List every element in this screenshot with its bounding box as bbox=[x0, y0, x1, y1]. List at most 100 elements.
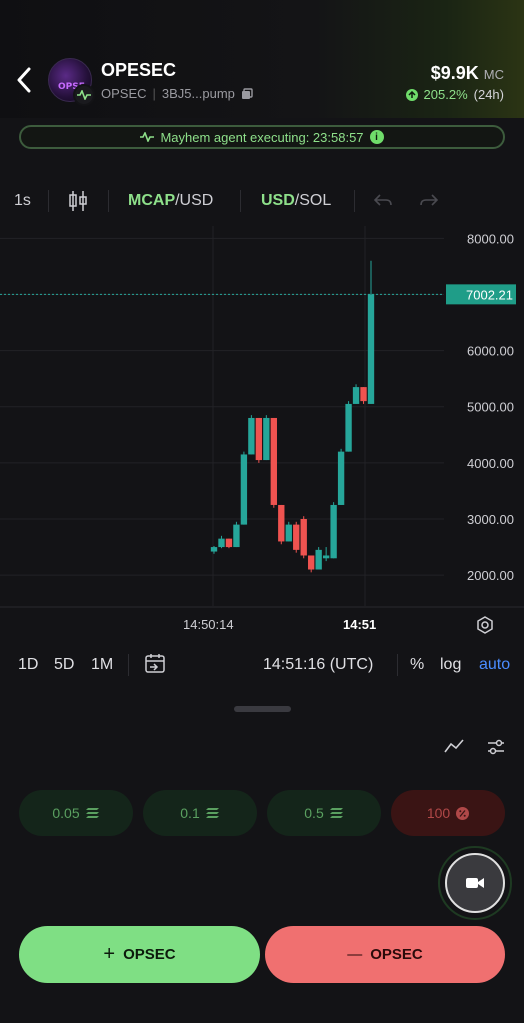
chevron-left-icon bbox=[17, 67, 31, 93]
percent-icon bbox=[456, 806, 470, 820]
undo-icon[interactable] bbox=[374, 194, 392, 208]
change-period: (24h) bbox=[473, 87, 504, 102]
solana-icon bbox=[85, 808, 99, 818]
quick-buy-0-05[interactable]: 0.05 bbox=[19, 790, 133, 836]
utc-time[interactable]: 14:51:16 (UTC) bbox=[263, 656, 373, 674]
quick-buy-label: 0.05 bbox=[52, 805, 80, 821]
pulse-icon bbox=[77, 90, 91, 100]
candlestick-icon[interactable] bbox=[68, 190, 88, 212]
copy-icon[interactable] bbox=[241, 87, 253, 100]
toolbar-divider bbox=[240, 190, 241, 212]
info-icon[interactable]: i bbox=[369, 130, 384, 144]
token-ticker: OPSEC bbox=[101, 86, 147, 101]
quick-buy-label: 0.1 bbox=[180, 805, 200, 821]
candle-body bbox=[225, 538, 233, 548]
log-toggle[interactable]: log bbox=[440, 656, 461, 674]
candle-body bbox=[360, 387, 367, 402]
quick-sell-100[interactable]: 100 bbox=[391, 790, 505, 836]
y-tick-label: 6000.00 bbox=[467, 344, 514, 359]
activity-badge bbox=[73, 84, 95, 106]
candle-body bbox=[278, 504, 285, 542]
video-camera-icon bbox=[466, 878, 484, 888]
solana-icon bbox=[205, 808, 219, 818]
pulse-icon bbox=[140, 132, 155, 142]
y-tick-label: 3000.00 bbox=[467, 512, 514, 527]
candle-body bbox=[308, 555, 315, 570]
y-tick-label: 5000.00 bbox=[467, 400, 514, 415]
drag-handle[interactable] bbox=[234, 706, 291, 712]
y-tick-label: 2000.00 bbox=[467, 568, 514, 583]
arrow-up-icon bbox=[405, 88, 418, 101]
video-button[interactable] bbox=[438, 846, 512, 920]
usd-suffix: /SOL bbox=[294, 192, 332, 209]
chart-range-bar: 1D 5D 1M 14:51:16 (UTC) % log auto bbox=[0, 648, 524, 682]
token-address[interactable]: 3BJ5...pump bbox=[162, 86, 235, 101]
quick-buy-label: 0.5 bbox=[304, 805, 324, 821]
sliders-icon[interactable] bbox=[487, 738, 505, 761]
x-tick-label: 14:50:14 bbox=[183, 617, 234, 632]
candle-body bbox=[337, 451, 345, 505]
current-price-label: 7002.21 bbox=[466, 287, 513, 302]
buy-button[interactable]: + OPSEC bbox=[19, 926, 260, 983]
percent-toggle[interactable]: % bbox=[410, 656, 424, 674]
market-cap-unit: MC bbox=[483, 67, 504, 82]
candle-body bbox=[322, 555, 330, 559]
candle-body bbox=[345, 403, 352, 452]
buy-label: OPSEC bbox=[123, 946, 176, 963]
quick-buy-0-5[interactable]: 0.5 bbox=[267, 790, 381, 836]
agent-status-banner[interactable]: Mayhem agent executing: 23:58:57 i bbox=[19, 125, 505, 149]
toolbar-divider bbox=[397, 654, 398, 676]
redo-icon[interactable] bbox=[420, 194, 438, 208]
candle-body bbox=[352, 387, 360, 404]
change-percent: 205.2% bbox=[423, 87, 468, 102]
quick-sell-label: 100 bbox=[426, 805, 451, 821]
chart-settings-icon[interactable] bbox=[476, 616, 494, 639]
y-tick-label: 8000.00 bbox=[467, 231, 514, 246]
candle-body bbox=[270, 417, 277, 505]
currency-toggle[interactable]: USD /SOL bbox=[261, 192, 331, 210]
candle-body bbox=[218, 538, 225, 548]
candle-body bbox=[293, 524, 300, 550]
plus-icon: + bbox=[103, 943, 116, 965]
toolbar-divider bbox=[108, 190, 109, 212]
mcap-label: MCAP bbox=[128, 192, 176, 209]
candle-body bbox=[240, 454, 248, 525]
range-1m[interactable]: 1M bbox=[91, 656, 113, 674]
solana-icon bbox=[329, 808, 343, 818]
market-cap-value: $9.9K bbox=[430, 63, 479, 83]
quick-buy-0-1[interactable]: 0.1 bbox=[143, 790, 257, 836]
interval-selector[interactable]: 1s bbox=[14, 192, 31, 210]
price-change: 205.2% (24h) bbox=[405, 87, 504, 102]
auto-toggle[interactable]: auto bbox=[479, 656, 510, 674]
chart-toolbar: 1s MCAP /USD USD /SOL bbox=[0, 182, 524, 220]
token-name: OPESEC bbox=[101, 60, 177, 80]
range-1d[interactable]: 1D bbox=[18, 656, 38, 674]
candle-body bbox=[210, 547, 218, 552]
meta-separator: | bbox=[152, 86, 156, 101]
sell-label: OPSEC bbox=[370, 946, 423, 963]
range-5d[interactable]: 5D bbox=[54, 656, 74, 674]
back-button[interactable] bbox=[10, 62, 38, 98]
calendar-icon[interactable] bbox=[144, 652, 166, 679]
price-chart[interactable]: 8000.007000.006000.005000.004000.003000.… bbox=[0, 226, 524, 610]
candle-body bbox=[330, 504, 337, 559]
mcap-suffix: /USD bbox=[175, 192, 214, 209]
candle-body bbox=[300, 518, 307, 556]
minus-icon: — bbox=[347, 946, 363, 963]
toolbar-divider bbox=[128, 654, 129, 676]
token-meta: OPSEC | 3BJ5...pump bbox=[101, 86, 253, 101]
candle-body bbox=[233, 524, 240, 548]
candle-body bbox=[255, 417, 263, 461]
line-chart-icon[interactable] bbox=[444, 738, 464, 759]
x-tick-label: 14:51 bbox=[343, 617, 377, 632]
toolbar-divider bbox=[48, 190, 49, 212]
token-header: OPSE OPESEC OPSEC | 3BJ5...pump $9.9K MC… bbox=[0, 0, 524, 118]
candle-body bbox=[367, 294, 375, 404]
sell-button[interactable]: — OPSEC bbox=[265, 926, 505, 983]
candle-body bbox=[248, 417, 255, 455]
usd-label: USD bbox=[261, 192, 295, 209]
candle-body bbox=[315, 549, 322, 570]
market-cap: $9.9K MC bbox=[431, 63, 504, 84]
toolbar-divider bbox=[354, 190, 355, 212]
mcap-toggle[interactable]: MCAP /USD bbox=[128, 192, 213, 210]
